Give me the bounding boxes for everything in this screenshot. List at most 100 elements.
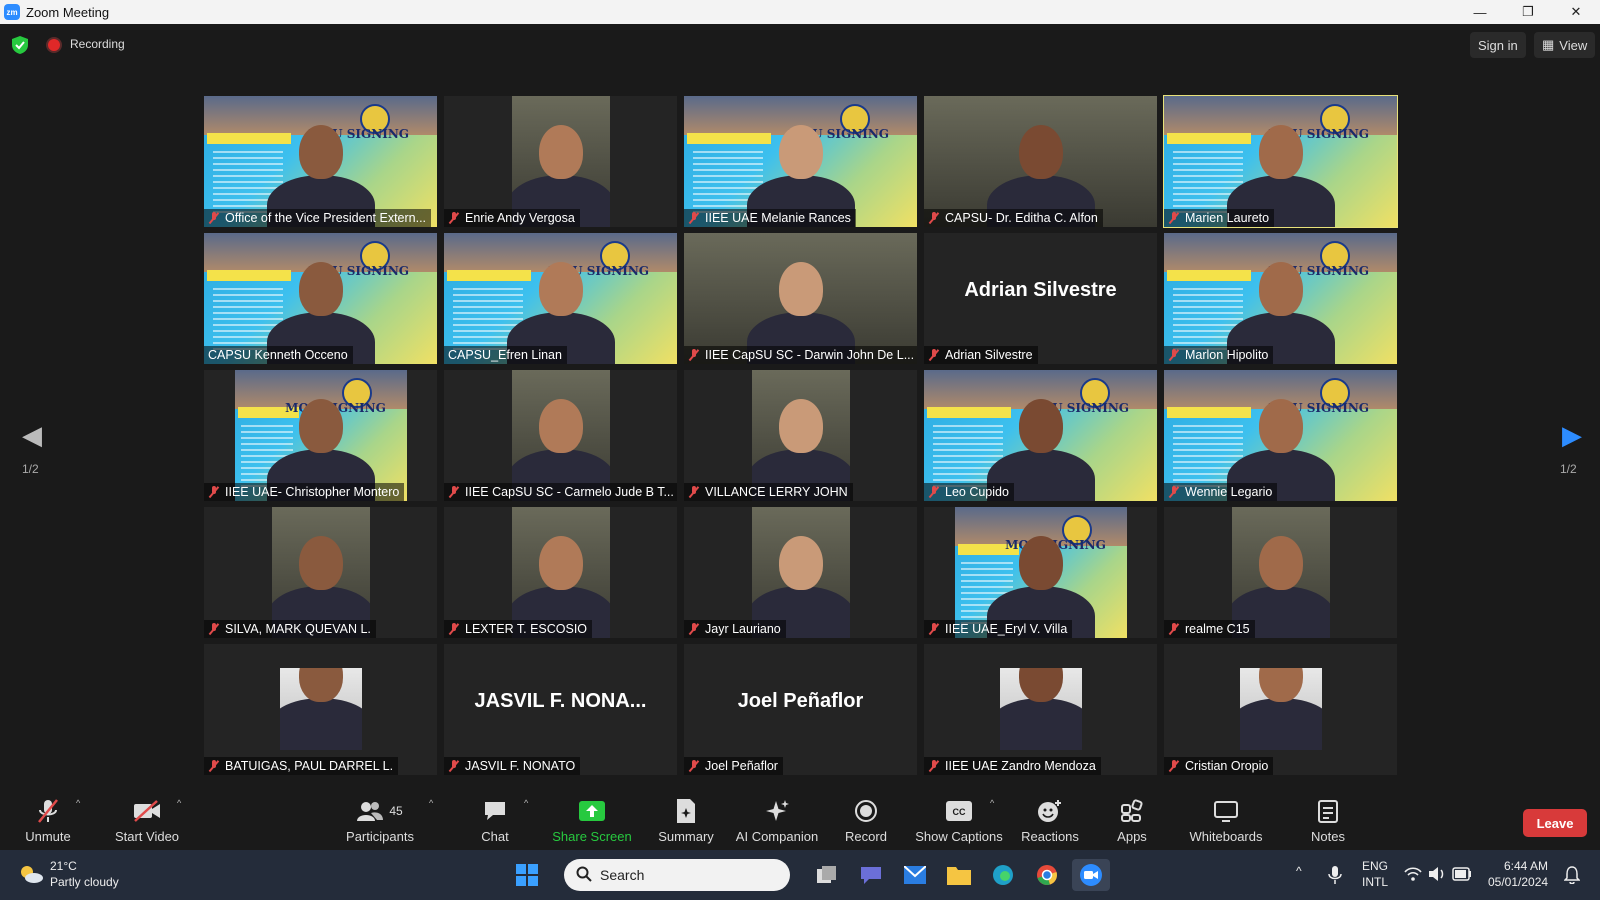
participant-figure (999, 668, 1082, 750)
teams-chat-icon[interactable] (852, 859, 890, 891)
whiteboards-button[interactable]: Whiteboards (1186, 792, 1266, 844)
participant-video-tile[interactable]: Adrian Silvestre Adrian Silvestre (924, 233, 1157, 364)
participant-name: SILVA, MARK QUEVAN L. (225, 622, 371, 636)
chat-label: Chat (481, 829, 509, 844)
start-video-button[interactable]: Start Video (112, 792, 182, 844)
previous-page-arrow-icon[interactable]: ◀ (22, 420, 42, 451)
participant-video-tile[interactable]: MOU SIGNING CAPSU_Efren Linan (444, 233, 677, 364)
view-button[interactable]: ▦ View (1534, 32, 1596, 58)
next-page-arrow-icon[interactable]: ▶ (1562, 420, 1582, 451)
participant-video-tile[interactable]: BATUIGAS, PAUL DARREL L. (204, 644, 437, 775)
ai-companion-label: AI Companion (735, 829, 819, 844)
participant-name: Adrian Silvestre (945, 348, 1033, 362)
microphone-tray-icon[interactable] (1328, 865, 1342, 885)
muted-mic-icon (928, 623, 940, 635)
participant-video-tile[interactable]: IIEE CapSU SC - Darwin John De L... (684, 233, 917, 364)
participants-label: Participants (346, 829, 414, 844)
participant-name-label: CAPSU Kenneth Occeno (204, 346, 353, 364)
captions-caret-icon[interactable]: ^ (990, 798, 994, 808)
participant-video-tile[interactable]: LEXTER T. ESCOSIO (444, 507, 677, 638)
summary-button[interactable]: Summary (656, 792, 716, 844)
muted-mic-icon (208, 760, 220, 772)
notification-bell-icon[interactable] (1564, 866, 1580, 884)
task-view-icon[interactable] (808, 859, 846, 891)
muted-mic-icon (208, 212, 220, 224)
chat-caret-icon[interactable]: ^ (524, 798, 528, 808)
participant-video-tile[interactable]: MOU SIGNING IIEE UAE Melanie Rances (684, 96, 917, 227)
participant-name: Wennie Legario (1185, 485, 1273, 499)
reactions-label: Reactions (1021, 829, 1079, 844)
participant-video-tile[interactable]: MOU SIGNING Marlon Hipolito (1164, 233, 1397, 364)
audio-options-caret-icon[interactable]: ^ (76, 798, 80, 808)
clock-date[interactable]: 05/01/2024 (1488, 874, 1548, 890)
participant-video-tile[interactable]: MOU SIGNINGIIEE UAE_Eryl V. Villa (924, 507, 1157, 638)
participant-video-tile[interactable]: IIEE CapSU SC - Carmelo Jude B T... (444, 370, 677, 501)
participant-video-tile[interactable]: Jayr Lauriano (684, 507, 917, 638)
minimize-button[interactable]: — (1456, 0, 1504, 24)
reactions-button[interactable]: Reactions (1020, 792, 1080, 844)
keyboard-layout[interactable]: INTL (1362, 874, 1388, 890)
participant-name: Marlon Hipolito (1185, 348, 1269, 362)
participants-button[interactable]: 45 Participants (344, 792, 416, 844)
windows-start-icon[interactable] (508, 859, 546, 891)
participant-video-tile[interactable]: Cristian Oropio (1164, 644, 1397, 775)
taskbar-search-box[interactable]: Search (564, 859, 790, 891)
share-screen-button[interactable]: Share Screen (552, 792, 632, 844)
apps-icon (1117, 797, 1147, 825)
participant-name-placeholder: JASVIL F. NONA... (474, 690, 647, 712)
participant-video-tile[interactable]: MOU SIGNING CAPSU Kenneth Occeno (204, 233, 437, 364)
muted-mic-icon (928, 349, 940, 361)
participant-video-tile[interactable]: MOU SIGNING Marien Laureto (1163, 95, 1398, 228)
leave-button[interactable]: Leave (1523, 809, 1587, 837)
participant-video-tile[interactable]: Joel Peñaflor Joel Peñaflor (684, 644, 917, 775)
weather-widget[interactable]: 21°C Partly cloudy (18, 858, 119, 890)
sign-in-button[interactable]: Sign in (1470, 32, 1526, 58)
notes-button[interactable]: Notes (1306, 792, 1350, 844)
chat-button[interactable]: Chat (470, 792, 520, 844)
volume-icon[interactable] (1428, 866, 1446, 882)
participant-video-tile[interactable]: MOU SIGNING Wennie Legario (1164, 370, 1397, 501)
clock-time[interactable]: 6:44 AM (1488, 858, 1548, 874)
record-button[interactable]: Record (840, 792, 892, 844)
recording-dot-icon[interactable] (48, 39, 60, 51)
ai-companion-button[interactable]: AI Companion (734, 792, 820, 844)
search-icon (576, 866, 592, 885)
participant-video-tile[interactable]: CAPSU- Dr. Editha C. Alfon (924, 96, 1157, 227)
participant-video-tile[interactable]: VILLANCE LERRY JOHN (684, 370, 917, 501)
zoom-taskbar-icon[interactable] (1072, 859, 1110, 891)
participants-caret-icon[interactable]: ^ (429, 798, 433, 808)
close-button[interactable]: ✕ (1552, 0, 1600, 24)
apps-button[interactable]: Apps (1112, 792, 1152, 844)
show-hidden-icons-chevron-icon[interactable]: ^ (1296, 864, 1302, 878)
recording-label[interactable]: Recording (70, 37, 125, 51)
file-explorer-icon[interactable] (940, 859, 978, 891)
video-frame (511, 507, 610, 638)
participant-video-tile[interactable]: JASVIL F. NONA... JASVIL F. NONATO (444, 644, 677, 775)
encryption-shield-icon[interactable] (12, 36, 28, 54)
participant-video-tile[interactable]: SILVA, MARK QUEVAN L. (204, 507, 437, 638)
participant-video-tile[interactable]: Enrie Andy Vergosa (444, 96, 677, 227)
restore-button[interactable]: ❐ (1504, 0, 1552, 24)
chrome-browser-icon[interactable] (1028, 859, 1066, 891)
edge-browser-icon[interactable] (984, 859, 1022, 891)
language-code[interactable]: ENG (1362, 858, 1388, 874)
participant-video-tile[interactable]: MOU SIGNINGIIEE UAE- Christopher Montero (204, 370, 437, 501)
participant-video-tile[interactable]: MOU SIGNING Office of the Vice President … (204, 96, 437, 227)
participant-name-label: JASVIL F. NONATO (444, 757, 581, 775)
window-title: Zoom Meeting (26, 4, 110, 20)
participant-name: Cristian Oropio (1185, 759, 1269, 773)
participant-name-label: IIEE UAE_Eryl V. Villa (924, 620, 1073, 638)
video-options-caret-icon[interactable]: ^ (177, 798, 181, 808)
participant-video-tile[interactable]: realme C15 (1164, 507, 1397, 638)
video-frame (1231, 507, 1330, 638)
video-frame: MOU SIGNING (954, 507, 1127, 638)
meeting-toolbar: Unmute ^ Start Video ^ 45 Participants ^… (0, 786, 1600, 850)
participant-name: Leo Cupido (945, 485, 1009, 499)
participant-video-tile[interactable]: IIEE UAE Zandro Mendoza (924, 644, 1157, 775)
battery-icon[interactable] (1452, 867, 1472, 881)
wifi-icon[interactable] (1404, 866, 1422, 882)
mail-icon[interactable] (896, 859, 934, 891)
unmute-button[interactable]: Unmute (22, 792, 74, 844)
participant-name: CAPSU Kenneth Occeno (208, 348, 348, 362)
participant-video-tile[interactable]: MOU SIGNING Leo Cupido (924, 370, 1157, 501)
